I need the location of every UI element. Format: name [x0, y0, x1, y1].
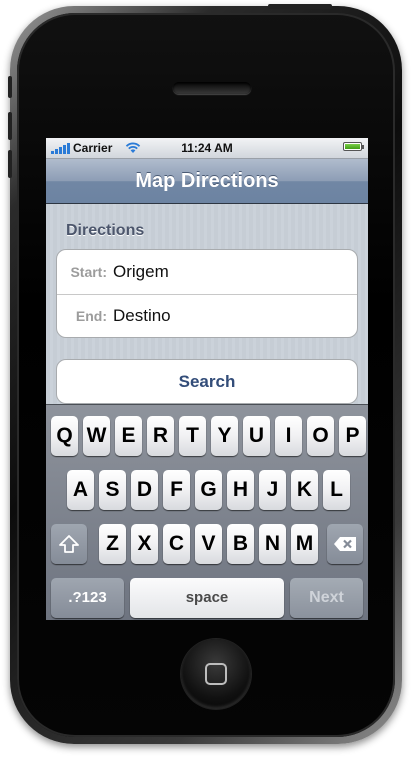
- navigation-bar: Map Directions: [46, 159, 368, 204]
- key-n[interactable]: N: [259, 524, 286, 564]
- volume-up-button: [8, 112, 12, 140]
- key-z[interactable]: Z: [99, 524, 126, 564]
- key-r[interactable]: R: [147, 416, 174, 456]
- key-f[interactable]: F: [163, 470, 190, 510]
- backspace-icon: [334, 537, 356, 551]
- key-x[interactable]: X: [131, 524, 158, 564]
- directions-group: Start: Origem End: Destino: [56, 249, 358, 338]
- key-l[interactable]: L: [323, 470, 350, 510]
- key-o[interactable]: O: [307, 416, 334, 456]
- end-label: End:: [75, 308, 107, 324]
- section-header: Directions: [66, 222, 145, 239]
- status-time: 11:24 AM: [181, 141, 233, 155]
- key-t[interactable]: T: [179, 416, 206, 456]
- key-d[interactable]: D: [131, 470, 158, 510]
- form-area: Directions Start: Origem End: Destino Se…: [46, 204, 368, 404]
- key-i[interactable]: I: [275, 416, 302, 456]
- shift-arrow-icon: [59, 535, 79, 553]
- key-h[interactable]: H: [227, 470, 254, 510]
- battery-icon: [343, 142, 364, 151]
- home-button[interactable]: [181, 639, 251, 709]
- key-e[interactable]: E: [115, 416, 142, 456]
- key-g[interactable]: G: [195, 470, 222, 510]
- key-p[interactable]: P: [339, 416, 366, 456]
- shift-key[interactable]: [51, 524, 87, 564]
- end-field[interactable]: Destino: [113, 306, 171, 326]
- earpiece-speaker: [173, 82, 251, 94]
- key-s[interactable]: S: [99, 470, 126, 510]
- mute-switch: [8, 76, 12, 98]
- page-title: Map Directions: [135, 170, 279, 192]
- next-key[interactable]: Next: [290, 578, 363, 618]
- delete-key[interactable]: [327, 524, 363, 564]
- search-button-label: Search: [178, 372, 236, 391]
- key-w[interactable]: W: [83, 416, 110, 456]
- screen: Carrier 11:24 AM Map Directions Directio…: [46, 138, 368, 620]
- search-button[interactable]: Search: [56, 359, 358, 404]
- numbers-mode-key[interactable]: .?123: [51, 578, 124, 618]
- key-q[interactable]: Q: [51, 416, 78, 456]
- end-row[interactable]: End: Destino: [57, 294, 357, 338]
- key-c[interactable]: C: [163, 524, 190, 564]
- key-j[interactable]: J: [259, 470, 286, 510]
- key-u[interactable]: U: [243, 416, 270, 456]
- key-m[interactable]: M: [291, 524, 318, 564]
- start-field[interactable]: Origem: [113, 262, 169, 282]
- key-k[interactable]: K: [291, 470, 318, 510]
- space-key[interactable]: space: [130, 578, 284, 618]
- volume-down-button: [8, 150, 12, 178]
- keyboard: Q W E R T Y U I O P A S D F G H J K L Z …: [46, 404, 368, 620]
- sleep-button: [268, 4, 332, 9]
- key-v[interactable]: V: [195, 524, 222, 564]
- key-a[interactable]: A: [67, 470, 94, 510]
- key-b[interactable]: B: [227, 524, 254, 564]
- key-y[interactable]: Y: [211, 416, 238, 456]
- start-label: Start:: [70, 264, 107, 280]
- home-square-icon: [205, 663, 227, 685]
- start-row[interactable]: Start: Origem: [57, 250, 357, 295]
- status-bar: Carrier 11:24 AM: [46, 138, 368, 159]
